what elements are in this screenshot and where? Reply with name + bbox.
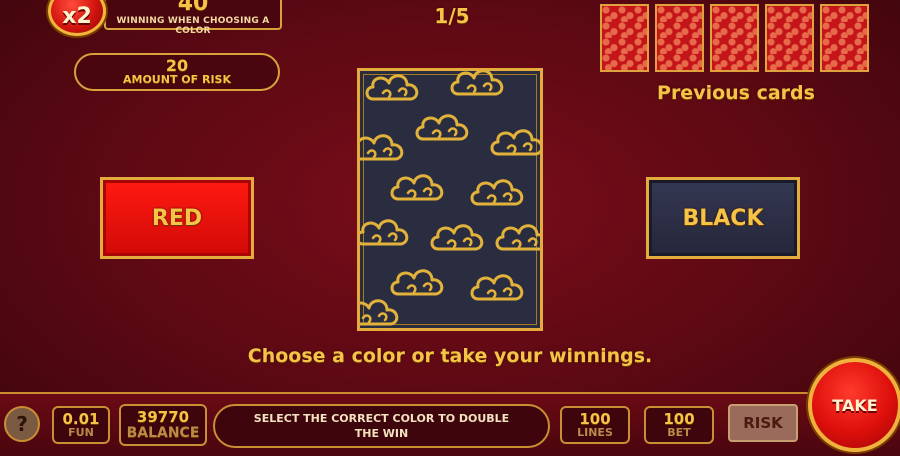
coin-value: 0.01 bbox=[62, 410, 100, 428]
prompt-text: Choose a color or take your winnings. bbox=[247, 345, 653, 367]
coin-label: FUN bbox=[68, 426, 94, 439]
black-button[interactable]: BLACK bbox=[646, 177, 800, 259]
balance-panel: 39770 BALANCE bbox=[119, 404, 207, 446]
previous-cards-row bbox=[600, 4, 872, 72]
bet-value: 100 bbox=[663, 410, 695, 428]
help-button[interactable]: ? bbox=[4, 406, 40, 442]
red-button[interactable]: RED bbox=[100, 177, 254, 259]
round-counter: 1/5 bbox=[434, 4, 470, 28]
multiplier-badge: x2 bbox=[48, 0, 106, 36]
previous-card bbox=[600, 4, 649, 72]
status-message: SELECT THE CORRECT COLOR TO DOUBLE THE W… bbox=[213, 404, 550, 448]
previous-card bbox=[765, 4, 814, 72]
risk-panel: 20 AMOUNT OF RISK bbox=[74, 53, 280, 91]
winning-panel: 40 WINNING WHEN CHOOSING A COLOR bbox=[104, 0, 282, 36]
take-button[interactable]: TAKE bbox=[808, 358, 900, 452]
winning-label: WINNING WHEN CHOOSING A COLOR bbox=[116, 16, 270, 36]
coin-value-panel[interactable]: 0.01 FUN bbox=[52, 406, 110, 444]
lines-value: 100 bbox=[579, 410, 611, 428]
risk-label: AMOUNT OF RISK bbox=[123, 73, 231, 86]
previous-card bbox=[710, 4, 759, 72]
bet-label: BET bbox=[667, 426, 691, 439]
previous-card bbox=[820, 4, 869, 72]
question-icon: ? bbox=[16, 412, 28, 436]
risk-value: 20 bbox=[165, 56, 189, 75]
lines-label: LINES bbox=[577, 426, 613, 439]
risk-button[interactable]: RISK bbox=[728, 404, 798, 442]
winning-value: 40 bbox=[177, 0, 209, 16]
previous-cards-label: Previous cards bbox=[657, 82, 815, 104]
cloud-pattern-icon bbox=[360, 71, 540, 326]
balance-label: BALANCE bbox=[126, 425, 200, 441]
balance-value: 39770 bbox=[136, 408, 190, 426]
bet-panel[interactable]: 100 BET bbox=[644, 406, 714, 444]
previous-card bbox=[655, 4, 704, 72]
face-down-card bbox=[357, 68, 543, 331]
lines-panel[interactable]: 100 LINES bbox=[560, 406, 630, 444]
